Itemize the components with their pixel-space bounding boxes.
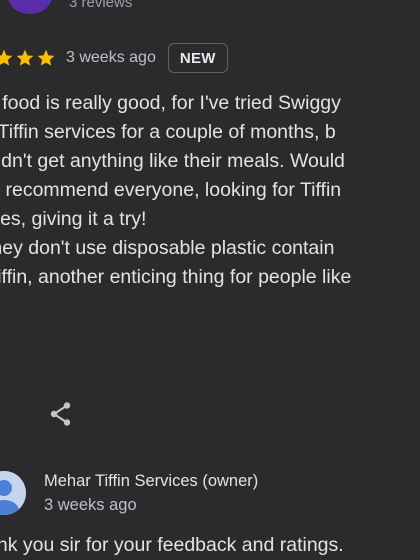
review-text-line: r Tiffin services for a couple of months… xyxy=(0,121,336,143)
owner-avatar xyxy=(0,471,26,515)
rating-row: 3 weeks ago NEW xyxy=(0,43,228,73)
star-icon xyxy=(37,49,55,66)
review-text-line: ices, giving it a try! xyxy=(0,208,147,230)
reviewer-review-count: 3 reviews xyxy=(69,0,133,11)
review-text: e food is really good, for I've tried Sw… xyxy=(0,89,420,292)
owner-name: Mehar Tiffin Services (owner) xyxy=(44,472,259,490)
star-rating xyxy=(0,48,56,68)
star-icon xyxy=(0,49,13,66)
reviewer-avatar[interactable] xyxy=(8,0,52,14)
review-text-line: Tiffin, another enticing thing for peopl… xyxy=(0,266,352,288)
share-button[interactable] xyxy=(46,399,76,429)
owner-reply-time: 3 weeks ago xyxy=(44,496,137,514)
person-icon xyxy=(0,471,26,515)
star-icon xyxy=(16,49,34,66)
new-badge: NEW xyxy=(167,43,228,73)
share-icon xyxy=(50,402,71,426)
review-page: 3 reviews 3 weeks ago NEW e food is real… xyxy=(0,0,420,560)
review-text-line: e food is really good, for I've tried Sw… xyxy=(0,92,341,114)
review-text-line: didn't get anything like their meals. Wo… xyxy=(0,150,345,172)
review-text-line: they don't use disposable plastic contai… xyxy=(0,237,335,259)
review-time: 3 weeks ago xyxy=(66,49,156,66)
owner-reply-text: ank you sir for your feedback and rating… xyxy=(0,534,344,556)
review-text-line: ly recommend everyone, looking for Tiffi… xyxy=(0,179,342,201)
